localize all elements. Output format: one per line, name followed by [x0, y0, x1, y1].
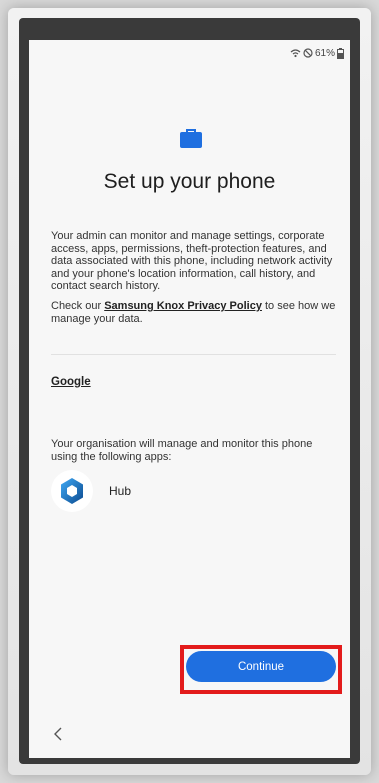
app-list-item: Hub [51, 470, 131, 512]
battery-icon [337, 47, 344, 59]
briefcase-icon [180, 128, 202, 153]
back-icon[interactable] [53, 726, 63, 747]
hub-app-icon [51, 470, 93, 512]
navigation-bar [29, 714, 350, 758]
phone-device: 61% Set up your phone Your admin can mon… [19, 18, 360, 764]
phone-screen: 61% Set up your phone Your admin can mon… [29, 40, 350, 758]
do-not-disturb-icon [303, 48, 313, 58]
status-bar: 61% [290, 46, 344, 60]
wifi-icon [290, 48, 301, 58]
apps-intro-text: Your organisation will manage and monito… [51, 438, 313, 463]
privacy-policy-notice: Check our Samsung Knox Privacy Policy to… [51, 300, 339, 325]
google-link[interactable]: Google [51, 376, 91, 388]
divider [51, 354, 336, 355]
page-title: Set up your phone [103, 170, 276, 193]
privacy-prefix: Check our [51, 300, 105, 312]
continue-button[interactable]: Continue [186, 651, 336, 682]
battery-text: 61% [314, 47, 335, 59]
knox-privacy-policy-link[interactable]: Samsung Knox Privacy Policy [104, 300, 262, 312]
app-name: Hub [109, 484, 132, 498]
admin-monitoring-notice: Your admin can monitor and manage settin… [51, 230, 333, 292]
